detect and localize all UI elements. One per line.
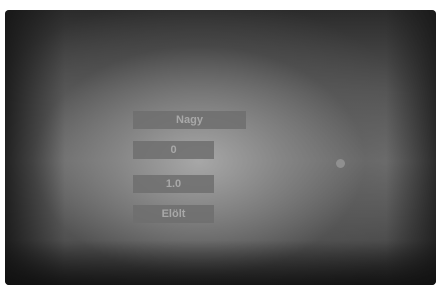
ratio-option[interactable]: 1.0 xyxy=(133,175,214,193)
position-option[interactable]: Elölt xyxy=(133,205,214,223)
preview-screen: Nagy 0 1.0 Elölt xyxy=(5,10,436,285)
dot-indicator-icon xyxy=(336,159,345,168)
size-option[interactable]: Nagy xyxy=(133,111,246,129)
offset-option[interactable]: 0 xyxy=(133,141,214,159)
vignette-bottom xyxy=(5,240,436,285)
vignette-right xyxy=(386,10,436,285)
vignette-left xyxy=(5,10,65,285)
